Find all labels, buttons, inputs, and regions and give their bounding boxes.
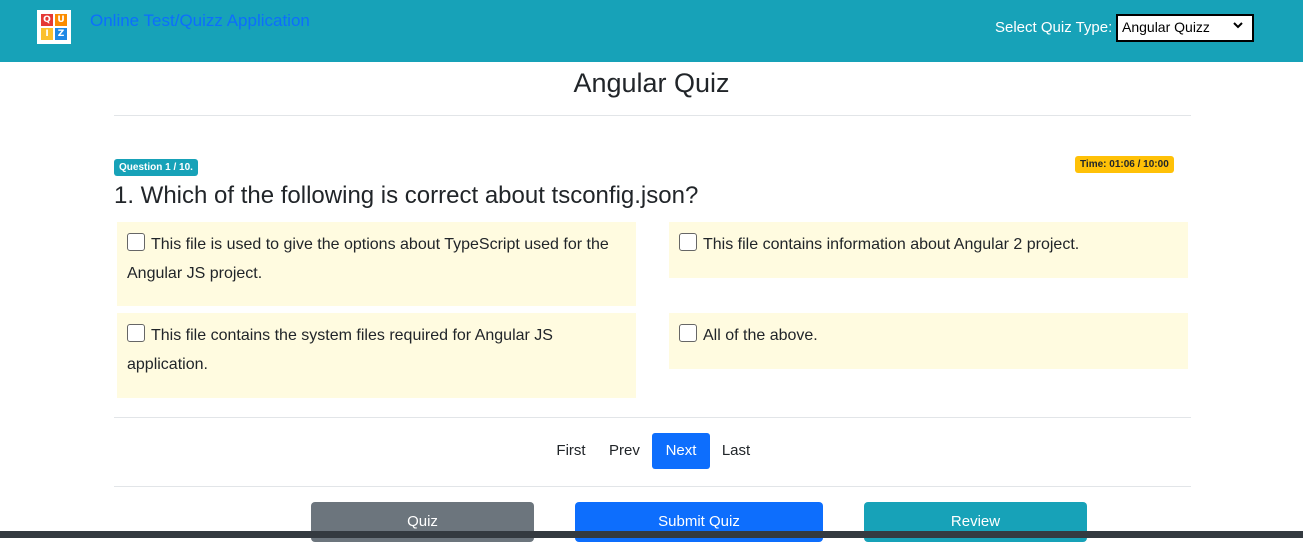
footer-bar xyxy=(0,531,1303,538)
answer-option-label: This file is used to give the options ab… xyxy=(127,236,609,282)
quiz-type-label: Select Quiz Type: xyxy=(995,19,1113,36)
prev-page-link[interactable]: Prev xyxy=(609,433,640,469)
answer-option[interactable]: This file is used to give the options ab… xyxy=(117,222,636,306)
answer-checkbox[interactable] xyxy=(127,324,145,342)
quiz-type-selected-value: Angular Quizz xyxy=(1122,19,1210,35)
quiz-title: Angular Quiz xyxy=(573,68,730,98)
logo-letter: I xyxy=(41,28,53,40)
last-page-link[interactable]: Last xyxy=(721,433,751,469)
divider xyxy=(114,417,1191,418)
pagination: First Prev Next Last xyxy=(0,433,1303,471)
quiz-type-select[interactable]: Angular Quizz xyxy=(1116,14,1254,42)
answer-checkbox[interactable] xyxy=(679,324,697,342)
answer-checkbox[interactable] xyxy=(127,233,145,251)
answer-checkbox[interactable] xyxy=(679,233,697,251)
question-text: 1. Which of the following is correct abo… xyxy=(114,182,699,209)
chevron-down-icon xyxy=(1232,19,1244,34)
first-page-link[interactable]: First xyxy=(556,433,586,469)
navbar: Q U I Z Online Test/Quizz Application Se… xyxy=(0,0,1303,62)
logo-letter: U xyxy=(55,14,67,26)
answer-option[interactable]: This file contains the system files requ… xyxy=(117,313,636,398)
divider xyxy=(114,115,1191,116)
answer-option[interactable]: All of the above. xyxy=(669,313,1188,369)
question-counter-badge: Question 1 / 10. xyxy=(114,159,198,176)
app-title-link[interactable]: Online Test/Quizz Application xyxy=(90,11,310,31)
logo-letter: Z xyxy=(55,28,67,40)
answer-option-label: This file contains the system files requ… xyxy=(127,327,553,373)
answer-option-label: This file contains information about Ang… xyxy=(703,236,1080,253)
answer-option[interactable]: This file contains information about Ang… xyxy=(669,222,1188,278)
quiz-logo-icon[interactable]: Q U I Z xyxy=(37,10,71,44)
timer-badge: Time: 01:06 / 10:00 xyxy=(1075,156,1174,173)
answer-option-label: All of the above. xyxy=(703,327,818,344)
divider xyxy=(114,486,1191,487)
next-page-button[interactable]: Next xyxy=(652,433,710,469)
logo-letter: Q xyxy=(41,14,53,26)
